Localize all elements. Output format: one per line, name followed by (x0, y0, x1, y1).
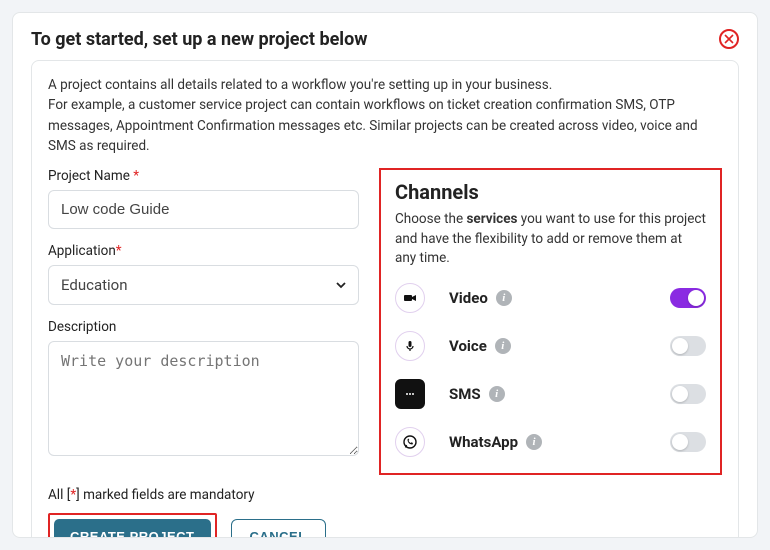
project-name-field: Project Name * (48, 168, 359, 229)
intro-line2: For example, a customer service project … (48, 97, 698, 154)
info-icon[interactable]: i (526, 434, 542, 450)
modal-header: To get started, set up a new project bel… (31, 29, 739, 50)
info-icon[interactable]: i (489, 386, 505, 402)
channel-row-sms: SMS i (395, 379, 706, 409)
channel-row-video: Video i (395, 283, 706, 313)
sms-toggle[interactable] (670, 384, 706, 404)
application-label: Application* (48, 243, 359, 259)
channel-label: Video (449, 289, 488, 307)
channel-label: SMS (449, 385, 481, 403)
button-row: CREATE PROJECT CANCEL (48, 513, 722, 538)
modal-title: To get started, set up a new project bel… (31, 29, 367, 50)
channel-label: WhatsApp (449, 433, 518, 451)
channels-panel: Channels Choose the services you want to… (379, 168, 722, 475)
description-field: Description (48, 319, 359, 460)
cancel-button[interactable]: CANCEL (231, 519, 326, 538)
channel-row-voice: Voice i (395, 331, 706, 361)
close-button[interactable] (719, 29, 739, 49)
info-icon[interactable]: i (496, 290, 512, 306)
project-name-input[interactable] (48, 190, 359, 229)
create-button-highlight: CREATE PROJECT (48, 513, 217, 538)
modal-container: To get started, set up a new project bel… (12, 12, 758, 538)
voice-toggle[interactable] (670, 336, 706, 356)
sms-icon (395, 379, 425, 409)
voice-icon (395, 331, 425, 361)
whatsapp-toggle[interactable] (670, 432, 706, 452)
required-mark: * (116, 243, 122, 259)
project-name-label: Project Name * (48, 168, 359, 184)
description-label: Description (48, 319, 359, 335)
form-grid: Project Name * Application* Education (48, 168, 722, 475)
close-icon (724, 34, 734, 44)
video-toggle[interactable] (670, 288, 706, 308)
channel-row-whatsapp: WhatsApp i (395, 427, 706, 457)
application-field: Application* Education (48, 243, 359, 305)
application-select[interactable]: Education (48, 265, 359, 305)
application-select-wrap: Education (48, 265, 359, 305)
video-icon (395, 283, 425, 313)
channel-label: Voice (449, 337, 487, 355)
intro-text: A project contains all details related t… (48, 75, 722, 156)
intro-line1: A project contains all details related t… (48, 77, 552, 93)
channels-description: Choose the services you want to use for … (395, 210, 706, 269)
whatsapp-icon (395, 427, 425, 457)
channels-title: Channels (395, 180, 706, 204)
create-project-button[interactable]: CREATE PROJECT (54, 519, 211, 538)
form-left-column: Project Name * Application* Education (48, 168, 359, 475)
info-icon[interactable]: i (495, 338, 511, 354)
description-textarea[interactable] (48, 341, 359, 456)
form-card: A project contains all details related t… (31, 60, 739, 538)
mandatory-note: All [*] marked fields are mandatory (48, 487, 722, 503)
required-mark: * (133, 168, 139, 184)
